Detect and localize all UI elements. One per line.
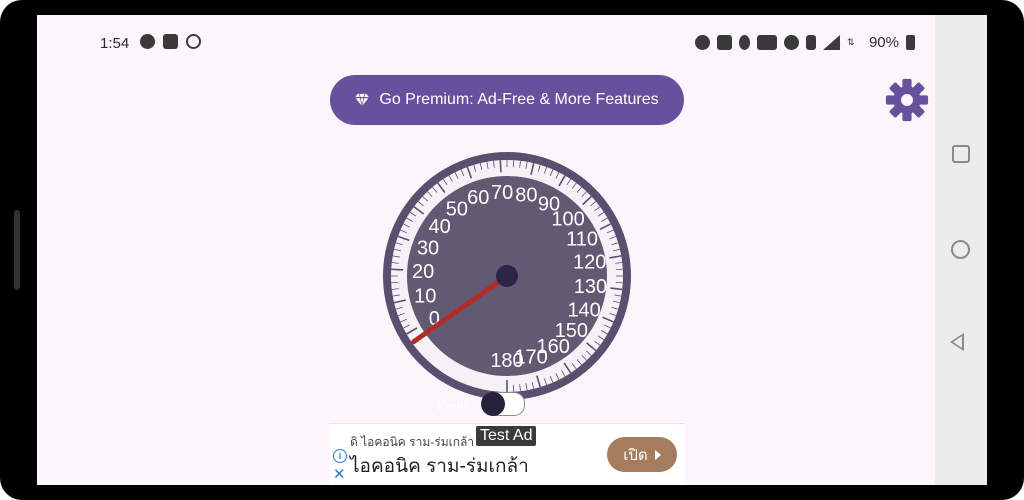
speed-tick-label: 10 — [414, 285, 436, 307]
speed-tick-label: 130 — [574, 276, 607, 298]
speed-tick-label: 70 — [491, 182, 513, 204]
major-tick — [499, 160, 502, 173]
unit-label: Km/h — [437, 399, 468, 414]
5g-icon: ⇅ — [846, 37, 855, 47]
back-icon[interactable] — [950, 333, 964, 351]
alarm-icon — [694, 35, 710, 50]
needle-hub — [496, 265, 518, 287]
location-icon — [738, 35, 750, 50]
battery-percent: 90% — [868, 34, 899, 51]
status-bar: 1:54 ⇅ 90% — [37, 15, 933, 71]
speed-tick-label: 180 — [490, 350, 523, 372]
ad-close-icon[interactable]: ✕ — [333, 467, 346, 482]
brightness-icon — [140, 34, 155, 49]
side-button — [14, 210, 20, 290]
speed-tick-label: 120 — [573, 251, 606, 273]
status-right-icons: ⇅ 90% — [694, 34, 915, 51]
ad-advertiser: ดิ ไอคอนิค ราม-ร่มเกล้า — [350, 435, 475, 449]
vibrate-icon — [805, 35, 816, 50]
ad-info-icon[interactable]: i — [333, 449, 347, 463]
navigation-bar — [935, 15, 987, 485]
recents-icon[interactable] — [952, 145, 970, 163]
gear-icon[interactable] — [885, 76, 929, 124]
go-premium-label: Go Premium: Ad-Free & More Features — [379, 91, 659, 108]
ad-headline[interactable]: ไอคอนิค ราม-ร่มเกล้า — [350, 451, 529, 481]
speed-tick-label: 140 — [567, 299, 600, 321]
go-premium-button[interactable]: Go Premium: Ad-Free & More Features — [330, 75, 684, 125]
signal-icon — [822, 35, 840, 50]
diamond-icon — [355, 93, 370, 107]
toggle-knob[interactable] — [481, 392, 505, 416]
speed-tick-label: 80 — [515, 184, 537, 206]
test-ad-label: Test Ad — [476, 426, 537, 446]
nfc-icon — [716, 35, 732, 50]
unit-toggle[interactable]: Km/h — [437, 387, 537, 419]
speed-tick-label: 100 — [551, 208, 584, 230]
volte-icon — [756, 35, 777, 50]
battery-icon — [906, 35, 915, 50]
speed-icon — [186, 34, 201, 49]
app-screen: 1:54 ⇅ 90% Go Premium: Ad-Free & More Fe… — [37, 15, 987, 485]
major-tick — [391, 268, 404, 271]
speed-tick-label: 60 — [467, 187, 489, 209]
speed-tick-label: 30 — [417, 237, 439, 259]
play-arrow-icon — [654, 449, 661, 460]
speed-tick-label: 50 — [446, 199, 468, 221]
status-time: 1:54 — [100, 35, 130, 52]
home-icon[interactable] — [951, 240, 970, 259]
ad-open-button[interactable]: เปิด — [607, 437, 677, 472]
speed-tick-label: 110 — [566, 228, 598, 250]
dnd-icon — [783, 35, 799, 50]
speedometer-gauge: 0102030405060 70 80 90100110120130140150160… — [383, 152, 631, 400]
ad-open-label: เปิด — [623, 446, 648, 464]
speed-tick-label: 20 — [412, 261, 434, 283]
sim-icon — [163, 34, 178, 49]
status-left-icons — [140, 34, 201, 49]
device-frame: 1:54 ⇅ 90% Go Premium: Ad-Free & More Fe… — [0, 0, 1024, 500]
